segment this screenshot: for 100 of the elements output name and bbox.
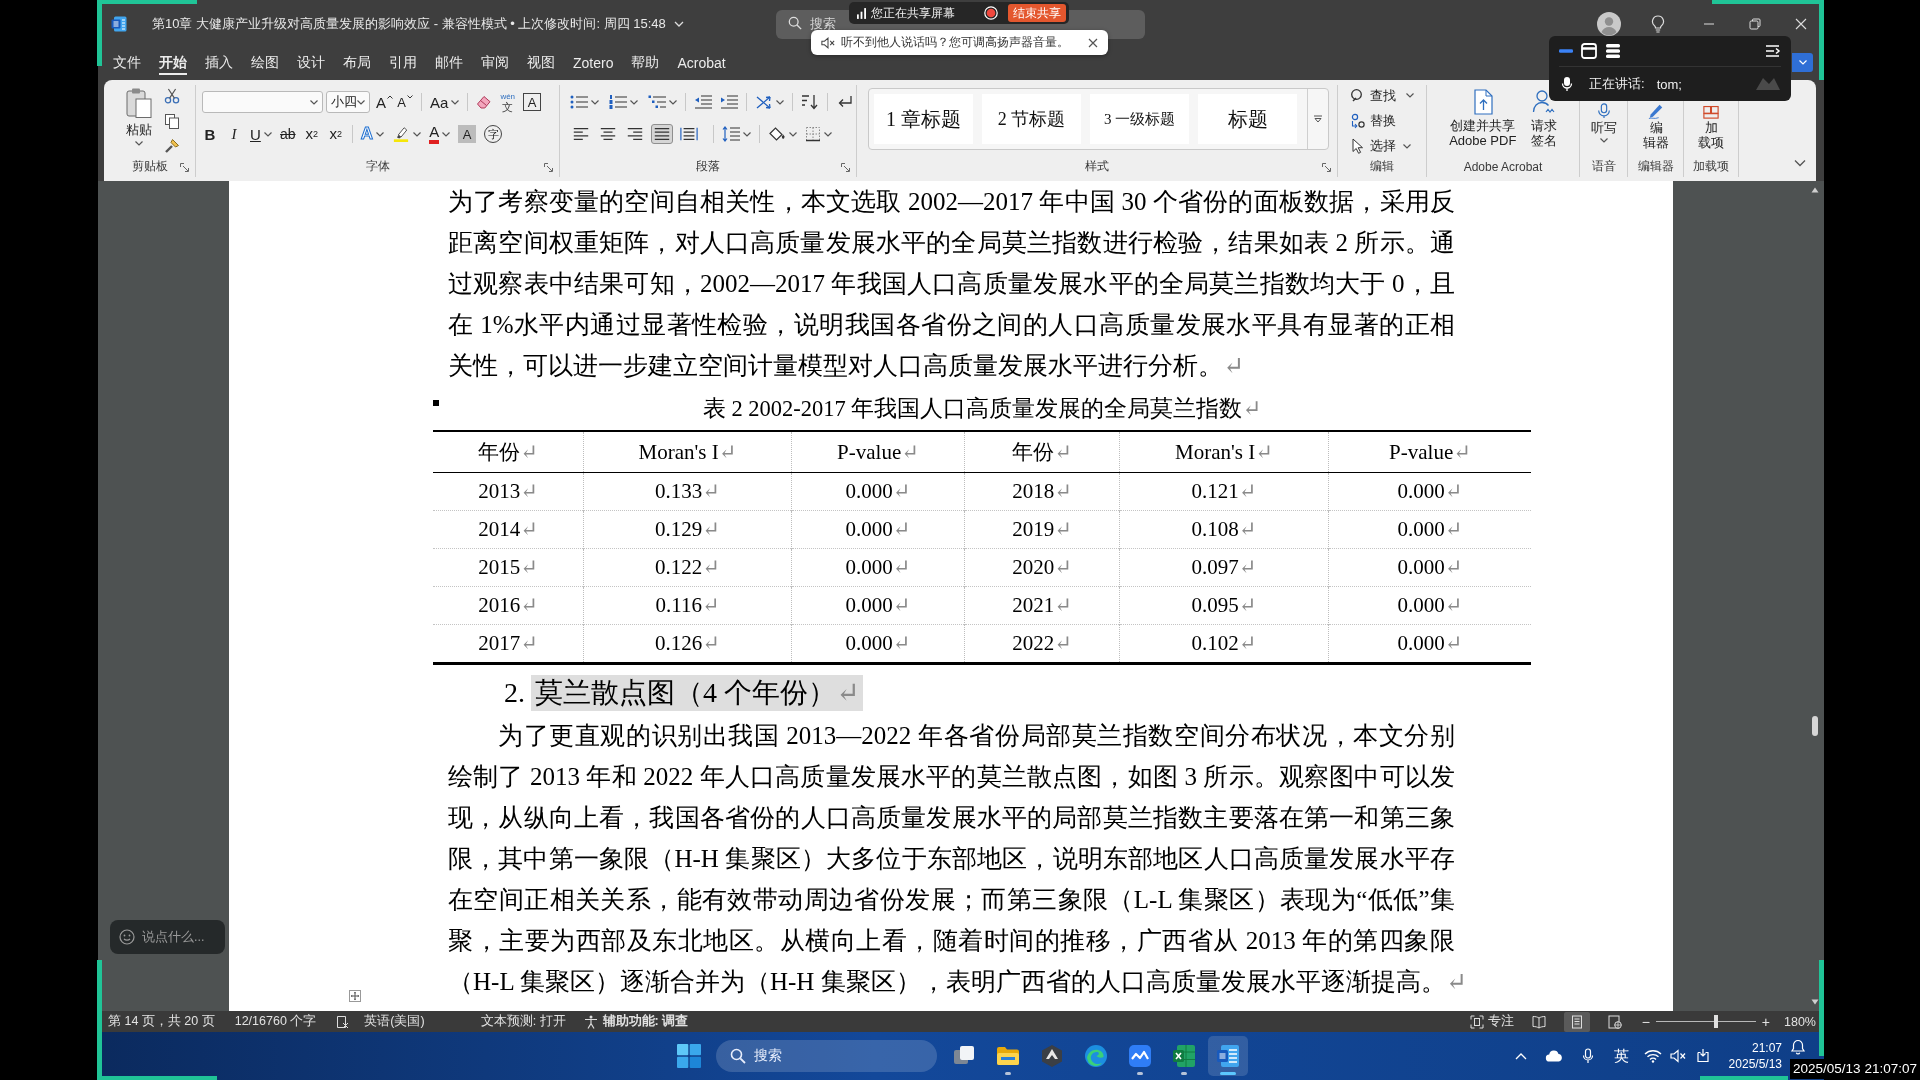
scroll-up-icon[interactable] — [1811, 187, 1819, 193]
phonetic-guide-button[interactable]: wén 文 — [500, 91, 516, 113]
text-prediction-status[interactable]: 文本预测: 打开 — [480, 1013, 566, 1030]
language-status[interactable]: 英语(美国) — [364, 1013, 425, 1030]
record-icon[interactable] — [984, 6, 998, 20]
focus-icon[interactable] — [1469, 1014, 1484, 1029]
caret-icon[interactable] — [824, 131, 832, 137]
chat-input-field[interactable]: 说点什么... — [110, 920, 225, 954]
add-ins-button[interactable]: 加载项 — [1697, 103, 1725, 156]
zoom-in-button[interactable]: + — [1761, 1013, 1770, 1030]
strikethrough-button[interactable]: ab — [279, 123, 296, 145]
menu-tab[interactable]: 布局 — [334, 48, 380, 78]
grow-font-button[interactable]: A — [376, 91, 393, 113]
zoom-level[interactable]: 180% — [1784, 1014, 1816, 1029]
dictate-button[interactable]: 听写 — [1590, 103, 1617, 156]
dialog-launcher-icon[interactable] — [841, 163, 850, 172]
menu-tab[interactable]: Acrobat — [668, 48, 735, 78]
avatar-icon[interactable] — [1597, 12, 1621, 36]
menu-tab[interactable]: 视图 — [518, 48, 564, 78]
shrink-font-button[interactable]: A — [397, 91, 413, 113]
font-name-field[interactable] — [202, 91, 323, 113]
input-method-indicator[interactable]: 英 — [1614, 1046, 1629, 1066]
caret-icon[interactable] — [776, 99, 784, 105]
start-icon[interactable] — [677, 1044, 701, 1068]
word-count[interactable]: 12/16760 个字 — [234, 1013, 317, 1030]
speaker-muted-icon[interactable] — [1670, 1048, 1686, 1064]
close-icon[interactable] — [1088, 37, 1098, 48]
collapse-ribbon-icon[interactable] — [1794, 157, 1806, 169]
zoom-out-button[interactable]: − — [1641, 1013, 1650, 1030]
menu-tab[interactable]: 审阅 — [472, 48, 518, 78]
bullet-list-icon[interactable] — [570, 94, 588, 110]
taskbar-search-field[interactable]: 搜索 — [716, 1040, 937, 1072]
slider-thumb[interactable] — [1713, 1015, 1718, 1028]
lightbulb-icon[interactable] — [1651, 15, 1665, 33]
sort-icon[interactable] — [801, 94, 819, 110]
clock-time[interactable]: 21:07 — [1751, 1040, 1782, 1056]
clock-date[interactable]: 2025/5/13 — [1728, 1056, 1782, 1072]
scissors-icon[interactable] — [164, 88, 180, 104]
scroll-thumb[interactable] — [1812, 716, 1818, 736]
print-layout-button[interactable] — [1563, 1011, 1590, 1032]
numbered-list-icon[interactable] — [609, 94, 627, 110]
menu-tab[interactable]: 引用 — [380, 48, 426, 78]
caret-icon[interactable] — [591, 99, 599, 105]
bold-button[interactable]: B — [202, 123, 218, 145]
decrease-indent-icon[interactable] — [694, 94, 712, 110]
increase-indent-icon[interactable] — [720, 94, 738, 110]
caret-icon[interactable] — [669, 99, 677, 105]
borders-icon[interactable] — [805, 126, 821, 142]
paste-button[interactable]: 粘贴 — [118, 85, 160, 156]
scroll-down-icon[interactable] — [1811, 999, 1819, 1005]
menu-tab[interactable]: 邮件 — [426, 48, 472, 78]
create-pdf-button[interactable]: 创建并共享 Adobe PDF — [1449, 89, 1517, 156]
style-option[interactable]: 标题 — [1198, 94, 1297, 144]
dialog-launcher-icon[interactable] — [1322, 163, 1331, 172]
caret-icon[interactable] — [743, 131, 751, 137]
menu-tab[interactable]: 设计 — [288, 48, 334, 78]
battery-icon[interactable] — [1695, 1048, 1711, 1064]
italic-button[interactable]: I — [226, 123, 242, 145]
list-icon[interactable] — [1605, 43, 1621, 59]
paintbrush-icon[interactable] — [164, 138, 180, 154]
window-icon[interactable] — [1581, 43, 1597, 59]
justify-icon[interactable] — [651, 124, 673, 144]
menu-tab[interactable]: 插入 — [196, 48, 242, 78]
copy-icon[interactable] — [164, 113, 180, 129]
character-border-button[interactable]: A — [523, 93, 542, 111]
focus-mode-label[interactable]: 专注 — [1487, 1013, 1514, 1030]
font-color-button[interactable]: A — [429, 123, 451, 145]
paragraph-mark-icon[interactable] — [836, 94, 854, 110]
minimize-icon[interactable] — [1559, 48, 1573, 54]
accessibility-status[interactable]: 辅助功能: 调查 — [602, 1013, 689, 1030]
find-button[interactable]: 查找 — [1350, 86, 1426, 106]
wifi-icon[interactable] — [1644, 1048, 1662, 1064]
crossed-arrows-icon[interactable] — [755, 94, 773, 110]
accessibility-icon[interactable] — [583, 1014, 598, 1029]
menu-tab[interactable]: 绘图 — [242, 48, 288, 78]
dialog-launcher-icon[interactable] — [180, 163, 189, 172]
document-app-icon[interactable] — [111, 16, 127, 32]
style-option[interactable]: 1 章标题 — [874, 94, 973, 144]
menu-tab[interactable]: Zotero — [564, 48, 623, 78]
caret-icon[interactable] — [789, 131, 797, 137]
select-button[interactable]: 选择 — [1350, 136, 1426, 156]
microphone-icon[interactable] — [1580, 1048, 1596, 1064]
menu-tab[interactable]: 开始 — [150, 48, 196, 78]
bell-icon[interactable] — [1790, 1039, 1806, 1055]
menu-tab[interactable]: 帮助 — [622, 48, 669, 78]
microphone-icon[interactable] — [1559, 76, 1575, 92]
change-case-button[interactable]: Aa — [430, 91, 460, 113]
stop-sharing-button[interactable]: 结束共享 — [1008, 4, 1066, 22]
proofing-icon[interactable] — [336, 1014, 351, 1029]
cloud-icon[interactable] — [1545, 1050, 1563, 1062]
font-size-field[interactable]: 小四 — [326, 91, 370, 113]
underline-button[interactable]: U — [250, 123, 272, 145]
request-signature-button[interactable]: 请求签名 — [1530, 89, 1557, 156]
restore-icon[interactable] — [1749, 18, 1761, 30]
eraser-icon[interactable] — [476, 94, 493, 110]
replace-button[interactable]: 替换 — [1350, 111, 1426, 131]
caret-icon[interactable] — [630, 99, 638, 105]
character-shading-button[interactable]: A — [458, 125, 477, 143]
page-count[interactable]: 第 14 页，共 20 页 — [108, 1013, 215, 1030]
move-handle-icon[interactable] — [349, 990, 361, 1002]
